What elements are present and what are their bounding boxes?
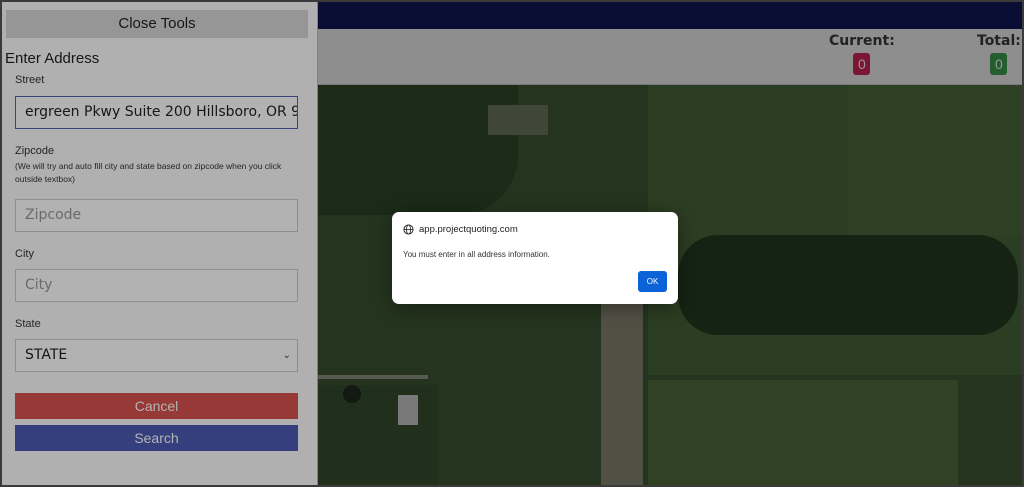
app-window: Current: 0 Total: 0 Close Tools Enter Ad… xyxy=(0,0,1024,487)
alert-dialog: app.projectquoting.com You must enter in… xyxy=(392,212,678,304)
dialog-header: app.projectquoting.com xyxy=(403,224,518,235)
globe-icon xyxy=(403,224,414,235)
panel-backdrop xyxy=(2,2,318,485)
ok-button[interactable]: OK xyxy=(638,271,667,292)
dialog-host: app.projectquoting.com xyxy=(419,224,518,235)
dialog-message: You must enter in all address informatio… xyxy=(403,250,550,259)
